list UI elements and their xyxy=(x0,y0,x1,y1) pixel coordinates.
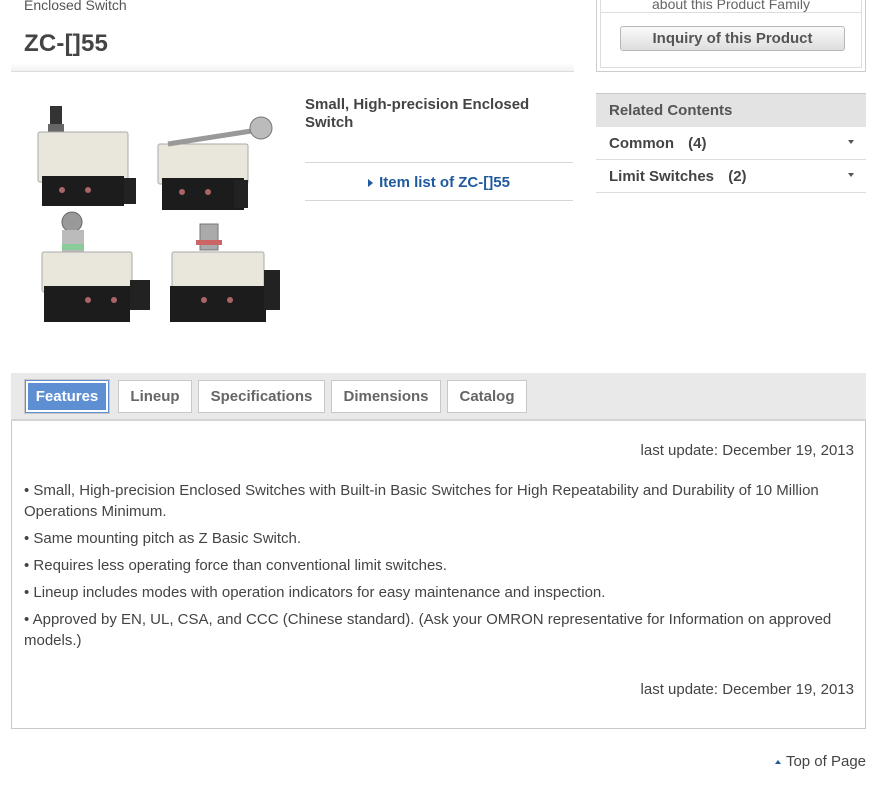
inquiry-button[interactable]: Inquiry of this Product xyxy=(620,26,845,51)
arrow-right-icon xyxy=(368,178,374,187)
features-list: • Small, High-precision Enclosed Switche… xyxy=(24,480,844,657)
chevron-down-icon[interactable] xyxy=(848,173,854,177)
inquiry-divider xyxy=(601,12,861,13)
related-item-count: (2) xyxy=(728,168,747,185)
tab-catalog[interactable]: Catalog xyxy=(447,380,527,413)
inquiry-inner: about this Product Family Inquiry of thi… xyxy=(600,0,862,68)
title-rule xyxy=(11,63,574,72)
tab-specifications[interactable]: Specifications xyxy=(198,380,325,413)
related-item-label: Limit Switches xyxy=(609,168,715,185)
last-update: last update: December 19, 2013 xyxy=(640,442,854,459)
features-panel: last update: December 19, 2013 • Small, … xyxy=(11,421,866,729)
inquiry-panel: about this Product Family Inquiry of thi… xyxy=(596,0,866,72)
list-item: • Small, High-precision Enclosed Switche… xyxy=(24,482,819,520)
related-item-label: Common xyxy=(609,135,674,152)
list-item: • Requires less operating force than con… xyxy=(24,557,447,574)
inquiry-top-text[interactable]: about this Product Family xyxy=(601,0,861,12)
related-contents: Related Contents Common (4) Limit Switch… xyxy=(596,93,866,193)
related-item-common[interactable]: Common (4) xyxy=(596,127,866,160)
list-item: • Same mounting pitch as Z Basic Switch. xyxy=(24,530,302,547)
related-item-count: (4) xyxy=(688,135,707,152)
switch-illustration xyxy=(37,106,136,206)
switch-illustration xyxy=(170,223,280,322)
item-list-link[interactable]: Item list of ZC-[]55 xyxy=(368,174,510,191)
top-of-page-label: Top of Page xyxy=(785,753,866,770)
list-item: • Lineup includes modes with operation i… xyxy=(24,584,606,601)
arrow-up-icon xyxy=(774,759,781,764)
switch-illustration xyxy=(157,116,273,210)
product-name: Small, High-precision Enclosed Switch xyxy=(305,96,530,131)
tab-bar: Features Lineup Specifications Dimension… xyxy=(11,373,866,421)
top-of-page-link[interactable]: Top of Page xyxy=(774,753,866,770)
tab-dimensions[interactable]: Dimensions xyxy=(331,380,441,413)
switch-illustration xyxy=(41,211,150,322)
item-list-box: Item list of ZC-[]55 xyxy=(305,162,573,201)
breadcrumb[interactable]: Enclosed Switch xyxy=(24,0,127,13)
tab-lineup[interactable]: Lineup xyxy=(118,380,192,413)
product-image xyxy=(37,106,280,322)
tab-features[interactable]: Features xyxy=(24,379,110,414)
list-item: • Approved by EN, UL, CSA, and CCC (Chin… xyxy=(24,611,832,649)
item-list-link-label: Item list of ZC-[]55 xyxy=(379,174,510,191)
related-contents-header: Related Contents xyxy=(596,93,866,127)
last-update: last update: December 19, 2013 xyxy=(640,681,854,698)
related-item-limit-switches[interactable]: Limit Switches (2) xyxy=(596,160,866,193)
page-title: ZC-[]55 xyxy=(24,30,109,57)
chevron-down-icon[interactable] xyxy=(848,140,854,144)
